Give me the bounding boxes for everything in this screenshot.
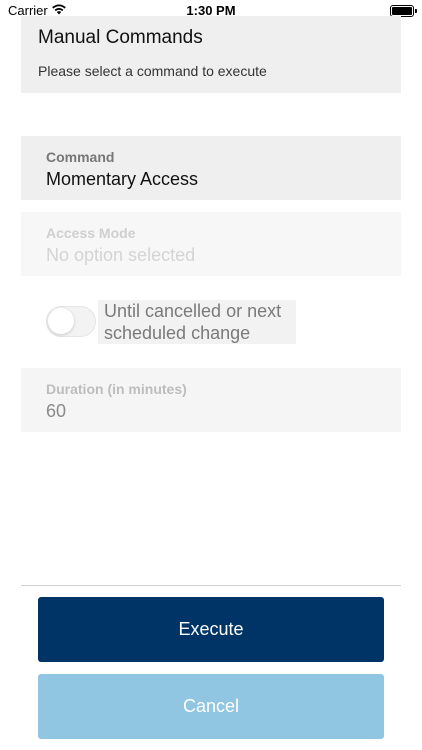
until-cancelled-label: Until cancelled or next scheduled change [98, 300, 296, 344]
duration-field[interactable]: Duration (in minutes) 60 [21, 368, 401, 432]
access-mode-placeholder: No option selected [46, 245, 196, 265]
access-mode-label: Access Mode [46, 225, 136, 241]
access-mode-select[interactable]: Access Mode No option selected [21, 212, 401, 276]
divider [21, 585, 401, 586]
page-title: Manual Commands [38, 27, 203, 48]
execute-button[interactable]: Execute [38, 597, 384, 662]
command-label: Command [46, 149, 115, 165]
until-cancelled-row: Until cancelled or next scheduled change [46, 298, 306, 348]
cancel-button[interactable]: Cancel [38, 674, 384, 739]
duration-label: Duration (in minutes) [46, 381, 187, 397]
duration-value: 60 [46, 401, 67, 421]
header-card: Manual Commands Please select a command … [21, 16, 401, 93]
page-subtitle: Please select a command to execute [38, 63, 267, 79]
command-select[interactable]: Command Momentary Access [21, 136, 401, 200]
toggle-knob [48, 308, 74, 334]
until-cancelled-toggle[interactable] [46, 306, 96, 337]
command-value: Momentary Access [46, 169, 199, 189]
